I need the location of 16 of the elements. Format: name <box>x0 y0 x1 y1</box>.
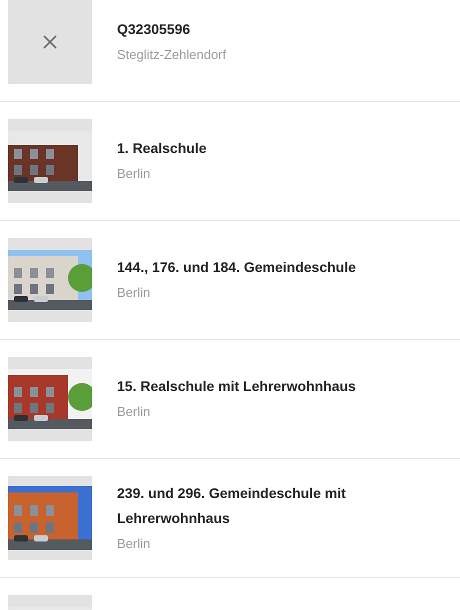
result-location: Berlin <box>117 284 152 302</box>
result-title: 239. und 296. Gemeindeschule mit Lehrerwohnhaus <box>117 484 347 528</box>
close-icon <box>42 34 58 50</box>
result-item[interactable]: 1. Realschule Berlin <box>0 102 460 221</box>
result-item[interactable]: 239. und 296. Gemeindeschule mit Lehrerwohnhaus Berlin <box>0 459 460 578</box>
result-location: Steglitz-Zehlendorf <box>117 46 226 64</box>
result-location: Berlin <box>117 534 152 552</box>
result-title: 15. Realschule mit Lehrerwohnhaus <box>117 377 356 396</box>
result-location: Berlin <box>117 165 152 183</box>
result-location: Berlin <box>117 403 152 421</box>
result-item[interactable]: 15. Realschule mit Lehrerwohnhaus Berlin <box>0 340 460 459</box>
result-item[interactable]: Q32305596 Steglitz-Zehlendorf <box>0 0 460 102</box>
result-item[interactable]: 144., 176. und 184. Gemeindeschule Berlin <box>0 221 460 340</box>
result-title: 1. Realschule <box>117 139 206 158</box>
result-title: Q32305596 <box>117 20 192 39</box>
result-title: 144., 176. und 184. Gemeindeschule <box>117 258 356 277</box>
